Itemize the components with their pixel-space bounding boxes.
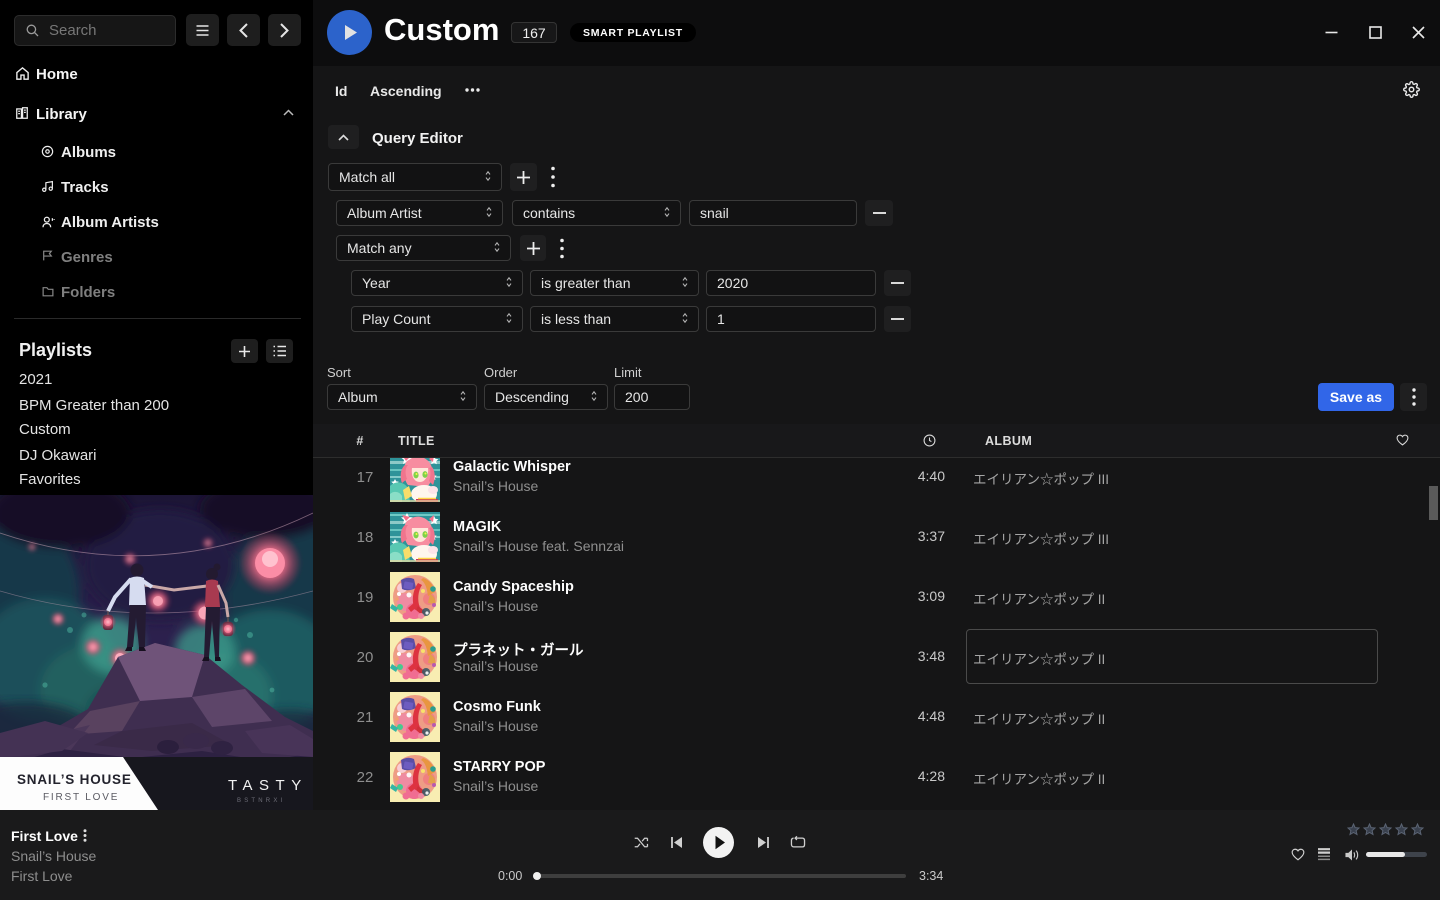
svg-text:BSTNRXI: BSTNRXI	[237, 798, 285, 804]
svg-text:SNAIL’S HOUSE: SNAIL’S HOUSE	[17, 772, 132, 787]
svg-text:FIRST LOVE: FIRST LOVE	[43, 792, 119, 803]
svg-text:TASTY: TASTY	[228, 777, 308, 794]
